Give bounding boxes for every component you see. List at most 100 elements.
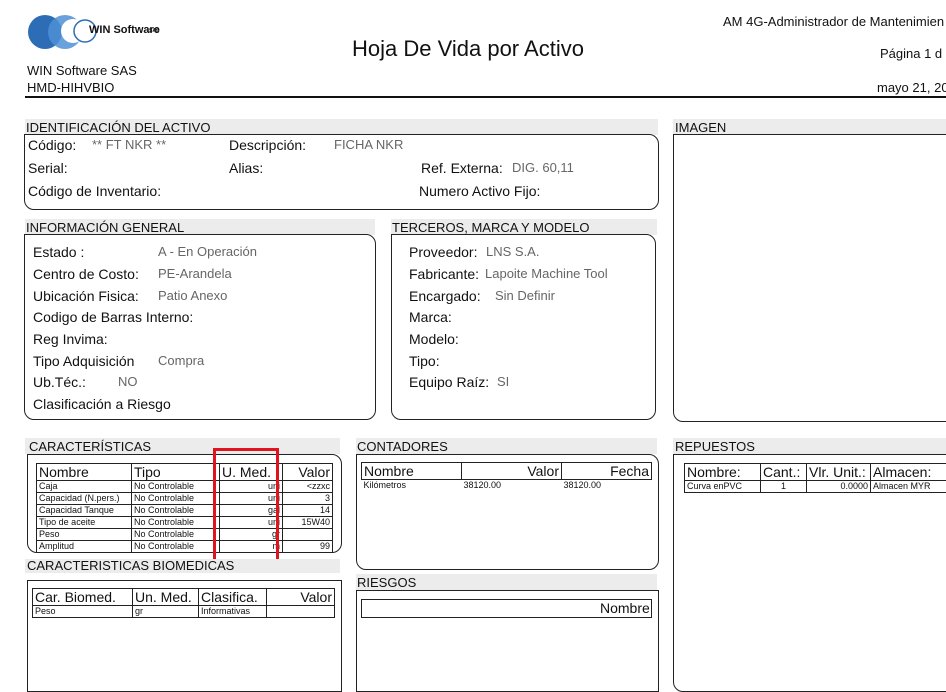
table-row: Capacidad Tanque No Controlable gal 14 [37, 505, 333, 517]
serial-label: Serial: [28, 160, 68, 176]
cell-tipo: No Controlable [132, 481, 220, 493]
cell-nombre: Curva enPVC [685, 481, 761, 493]
col-clasifica: Clasifica. [199, 589, 267, 606]
cell-nombre: Capacidad Tanque [37, 505, 132, 517]
col-valor: Valor [462, 463, 562, 480]
cell-nombre: Capacidad (N.pers.) [37, 493, 132, 505]
modelo-label: Modelo: [409, 331, 459, 347]
ref-externa-value: DIG. 60,11 [512, 160, 574, 175]
table-row: Peso No Controlable gr [37, 529, 333, 541]
col-car-biomed: Car. Biomed. [33, 589, 133, 606]
contadores-table: Nombre Valor Fecha Kilómetros 38120.00 3… [361, 462, 652, 491]
col-cant: Cant.: [761, 464, 807, 481]
cell-valor [267, 606, 335, 618]
cell-vlr-unit: 0.0000 [807, 481, 871, 493]
centro-costo-label: Centro de Costo: [33, 266, 139, 282]
repuestos-title: REPUESTOS [675, 439, 755, 454]
cell-tipo: No Controlable [132, 529, 220, 541]
biomedicas-table: Car. Biomed. Un. Med. Clasifica. Valor P… [32, 588, 335, 618]
col-nombre: Nombre [37, 464, 132, 481]
cell-cant: 1 [761, 481, 807, 493]
col-vlr-unit: Vlr. Unit.: [807, 464, 871, 481]
report-date: mayo 21, 20 [877, 80, 946, 95]
cell-fecha: 38120.00 [562, 480, 652, 492]
codigo-barras-label: Codigo de Barras Interno: [33, 309, 193, 325]
cell-almacen: Almacen MYR [871, 481, 946, 493]
biomedicas-title: CARACTERISTICAS BIOMEDICAS [27, 558, 234, 573]
table-row: Kilómetros 38120.00 38120.00 [362, 480, 652, 492]
encargado-label: Encargado: [409, 288, 481, 304]
general-title: INFORMACIÓN GENERAL [26, 220, 184, 235]
col-valor: Valor [283, 464, 333, 481]
col-nombre: Nombre [362, 463, 462, 480]
cell-nombre: Caja [37, 481, 132, 493]
imagen-box [673, 134, 946, 422]
table-row: Caja No Controlable uni <zzxc [37, 481, 333, 493]
col-valor: Valor [267, 589, 335, 606]
inventario-label: Código de Inventario: [28, 183, 161, 199]
col-nombre: Nombre: [685, 464, 761, 481]
logo-circles-icon [27, 14, 97, 50]
reg-invima-label: Reg Invima: [33, 331, 108, 347]
codigo-value: ** FT NKR ** [92, 137, 166, 152]
codigo-label: Código: [28, 137, 76, 153]
col-un-med: Un. Med. [133, 589, 199, 606]
descripcion-label: Descripción: [229, 137, 306, 153]
cell-nombre: Kilómetros [362, 480, 462, 492]
identificacion-title: IDENTIFICACIÓN DEL ACTIVO [26, 120, 210, 135]
col-tipo: Tipo [132, 464, 220, 481]
cell-nombre: Peso [37, 529, 132, 541]
caracteristicas-table: Nombre Tipo U. Med. Valor Caja No Contro… [36, 463, 333, 553]
cell-nombre: Amplitud [37, 541, 132, 553]
cell-valor: 99 [283, 541, 333, 553]
cell-un-med: gr [133, 606, 199, 618]
terceros-box [391, 234, 656, 420]
tipo-adquisicion-value: Compra [158, 353, 204, 368]
company-name: WIN Software SAS [27, 63, 137, 78]
tipo-label: Tipo: [409, 353, 440, 369]
company-logo: WIN Software SAS [27, 14, 167, 50]
imagen-title: IMAGEN [675, 120, 726, 135]
ref-externa-label: Ref. Externa: [421, 160, 503, 176]
alias-label: Alias: [229, 160, 263, 176]
ub-tec-value: NO [118, 374, 138, 389]
cell-valor: 15W40 [283, 517, 333, 529]
logo-suffix: SAS [149, 28, 159, 34]
cell-valor: 38120.00 [462, 480, 562, 492]
proveedor-value: LNS S.A. [486, 244, 539, 259]
app-name: AM 4G-Administrador de Mantenimien [723, 14, 944, 29]
cell-tipo: No Controlable [132, 505, 220, 517]
cell-tipo: No Controlable [132, 493, 220, 505]
cell-valor: <zzxc [283, 481, 333, 493]
cell-clasifica: Informativas [199, 606, 267, 618]
ubicacion-value: Patio Anexo [158, 288, 227, 303]
table-row: Amplitud No Controlable m 99 [37, 541, 333, 553]
caracteristicas-title: CARACTERÍSTICAS [29, 439, 151, 454]
clasificacion-riesgo-label: Clasificación a Riesgo [33, 396, 171, 412]
cell-nombre: Tipo de aceite [37, 517, 132, 529]
riesgos-col-nombre: Nombre [600, 600, 650, 616]
table-row: Tipo de aceite No Controlable uni 15W40 [37, 517, 333, 529]
col-fecha: Fecha [562, 463, 652, 480]
estado-label: Estado : [33, 244, 84, 260]
page-number: Página 1 d [880, 46, 942, 61]
ubicacion-label: Ubicación Fisica: [33, 288, 139, 304]
fabricante-value: Lapoite Machine Tool [485, 266, 608, 281]
cell-valor: 3 [283, 493, 333, 505]
report-title: Hoja De Vida por Activo [352, 36, 584, 62]
encargado-value: Sin Definir [495, 288, 555, 303]
table-row: Peso gr Informativas [33, 606, 335, 618]
marca-label: Marca: [409, 309, 452, 325]
umed-highlight-box [213, 448, 279, 565]
general-box [24, 234, 376, 420]
proveedor-label: Proveedor: [409, 244, 477, 260]
descripcion-value: FICHA NKR [334, 137, 403, 152]
col-almacen: Almacen: [871, 464, 946, 481]
table-row: Curva enPVC 1 0.0000 Almacen MYR [685, 481, 946, 493]
cell-valor: 14 [283, 505, 333, 517]
estado-value: A - En Operación [158, 244, 257, 259]
repuestos-table: Nombre: Cant.: Vlr. Unit.: Almacen: Curv… [684, 463, 946, 493]
riesgos-title: RIESGOS [357, 575, 416, 590]
header-divider [25, 96, 946, 98]
terceros-title: TERCEROS, MARCA Y MODELO [392, 220, 589, 235]
